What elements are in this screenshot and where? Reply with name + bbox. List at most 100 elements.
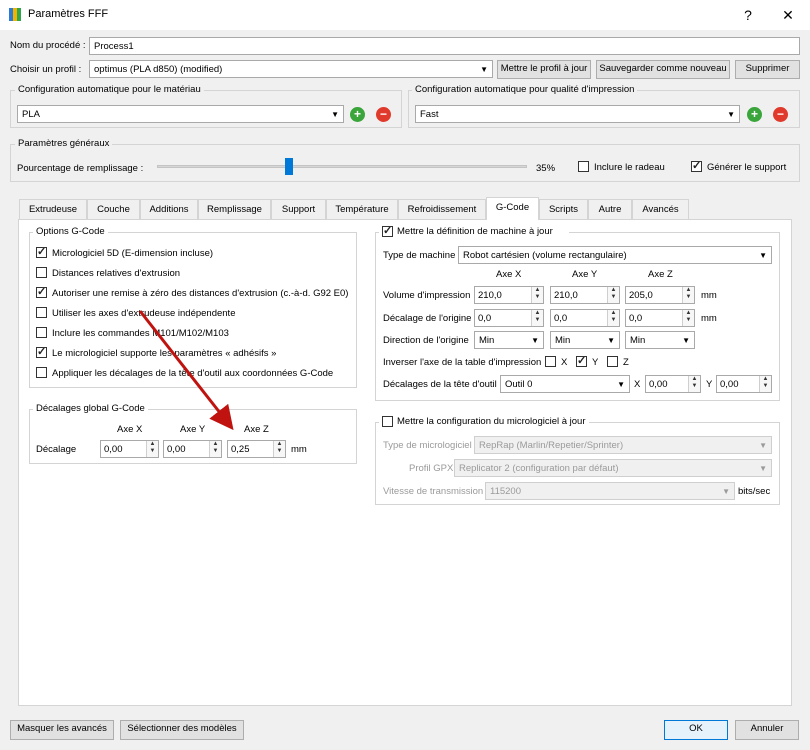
spin-arrows-icon[interactable]: ▲ ▼ [759, 376, 771, 392]
baud-rate-select[interactable]: 115200 ▼ [485, 482, 735, 500]
gcode-option-checkbox-6[interactable] [36, 367, 47, 378]
spin-arrows-icon[interactable]: ▲ ▼ [531, 287, 543, 303]
firmware-type-select[interactable]: RepRap (Marlin/Repetier/Sprinter) ▼ [474, 436, 772, 454]
baud-rate-unit: bits/sec [738, 486, 771, 497]
chevron-down-icon: ▼ [331, 110, 339, 119]
tab-scripts[interactable]: Scripts [539, 199, 588, 219]
tab-support[interactable]: Support [271, 199, 326, 219]
gcode-option-checkbox-3[interactable] [36, 307, 47, 318]
firmware-group-title: Mettre la configuration du micrologiciel… [397, 416, 586, 427]
machine-axis-z-header: Axe Z [648, 269, 673, 280]
machine-group-title: Mettre la définition de machine à jour [397, 226, 553, 237]
gcode-option-checkbox-2[interactable] [36, 285, 47, 298]
origin-offset-y-spinbox[interactable]: 0,0 ▲ ▼ [550, 309, 620, 327]
offset-y-value: 0,00 [167, 444, 186, 455]
origin-offset-unit: mm [701, 313, 717, 324]
chevron-down-icon: ▼ [722, 487, 730, 496]
help-button[interactable]: ? [730, 0, 766, 30]
chevron-down-icon: ▼ [607, 336, 615, 345]
gcode-option-checkbox-4[interactable] [36, 327, 47, 338]
offset-z-spinbox[interactable]: 0,25 ▲ ▼ [227, 440, 286, 458]
tool-select-value: Outil 0 [505, 379, 533, 390]
offset-x-spinbox[interactable]: 0,00 ▲ ▼ [100, 440, 159, 458]
tab-extrudeuse[interactable]: Extrudeuse [19, 199, 87, 219]
material-select[interactable]: PLA ▼ [17, 105, 344, 123]
tool-x-spinbox[interactable]: 0,00 ▲ ▼ [645, 375, 701, 393]
volume-y-spinbox[interactable]: 210,0 ▲ ▼ [550, 286, 620, 304]
hide-advanced-button[interactable]: Masquer les avancés [10, 720, 114, 740]
gcode-option-checkbox-0[interactable] [36, 245, 47, 258]
chevron-down-icon: ▼ [759, 251, 767, 260]
update-profile-button[interactable]: Mettre le profil à jour [497, 60, 591, 79]
origin-dir-z-select[interactable]: Min ▼ [625, 331, 695, 349]
offset-y-spinbox[interactable]: 0,00 ▲ ▼ [163, 440, 222, 458]
remove-material-button[interactable]: − [376, 107, 391, 122]
profile-label: Choisir un profil : [10, 64, 82, 75]
add-quality-button[interactable]: + [747, 107, 762, 122]
firmware-update-checkbox[interactable] [382, 416, 393, 427]
volume-x-spinbox[interactable]: 210,0 ▲ ▼ [474, 286, 544, 304]
spin-arrows-icon[interactable]: ▲ ▼ [607, 310, 619, 326]
origin-dir-x-value: Min [479, 335, 495, 346]
tool-y-spinbox[interactable]: 0,00 ▲ ▼ [716, 375, 772, 393]
material-select-value: PLA [22, 109, 40, 120]
process-name-input[interactable]: Process1 [89, 37, 800, 55]
offset-z-value: 0,25 [231, 444, 250, 455]
volume-z-spinbox[interactable]: 205,0 ▲ ▼ [625, 286, 695, 304]
ok-button[interactable]: OK [664, 720, 728, 740]
machine-update-checkbox[interactable] [382, 224, 393, 237]
spin-arrows-icon[interactable]: ▲ ▼ [273, 441, 285, 457]
origin-dir-x-select[interactable]: Min ▼ [474, 331, 544, 349]
cancel-button[interactable]: Annuler [735, 720, 799, 740]
invert-x-checkbox[interactable] [545, 356, 556, 367]
tab-couche[interactable]: Couche [87, 199, 140, 219]
spin-arrows-icon[interactable]: ▲ ▼ [682, 287, 694, 303]
spin-arrows-icon[interactable]: ▲ ▼ [607, 287, 619, 303]
spin-arrows-icon[interactable]: ▲ ▼ [146, 441, 158, 457]
title-bar [0, 0, 810, 30]
chevron-down-icon: ▼ [682, 336, 690, 345]
infill-value: 35% [536, 163, 556, 174]
gcode-option-checkbox-5[interactable] [36, 345, 47, 358]
invert-z-checkbox[interactable] [607, 356, 618, 367]
select-models-button[interactable]: Sélectionner des modèles [120, 720, 244, 740]
delete-profile-button[interactable]: Supprimer [735, 60, 800, 79]
tab-additions[interactable]: Additions [140, 199, 198, 219]
tool-select[interactable]: Outil 0 ▼ [500, 375, 630, 393]
remove-quality-button[interactable]: − [773, 107, 788, 122]
gcode-option-label-3: Utiliser les axes d'extrudeuse indépende… [52, 308, 236, 319]
spin-arrows-icon[interactable]: ▲ ▼ [688, 376, 700, 392]
spin-arrows-icon[interactable]: ▲ ▼ [209, 441, 221, 457]
save-as-new-button[interactable]: Sauvegarder comme nouveau [596, 60, 730, 79]
gpx-profile-label: Profil GPX [409, 463, 454, 474]
raft-checkbox[interactable] [578, 161, 589, 172]
close-button[interactable]: ✕ [770, 0, 806, 30]
add-material-button[interactable]: + [350, 107, 365, 122]
origin-offset-x-spinbox[interactable]: 0,0 ▲ ▼ [474, 309, 544, 327]
origin-offset-z-spinbox[interactable]: 0,0 ▲ ▼ [625, 309, 695, 327]
tab-temperature[interactable]: Température [326, 199, 398, 219]
machine-axis-y-header: Axe Y [572, 269, 598, 280]
origin-offset-z-value: 0,0 [629, 313, 643, 324]
tab-refroidissement[interactable]: Refroidissement [398, 199, 486, 219]
invert-z-label: Z [623, 357, 629, 368]
infill-slider-track[interactable] [157, 165, 527, 168]
tab-autre[interactable]: Autre [588, 199, 632, 219]
tab-remplissage[interactable]: Remplissage [198, 199, 271, 219]
gcode-option-checkbox-1[interactable] [36, 267, 47, 278]
gpx-profile-select[interactable]: Replicator 2 (configuration par défaut) … [454, 459, 772, 477]
spin-arrows-icon[interactable]: ▲ ▼ [682, 310, 694, 326]
quality-select[interactable]: Fast ▼ [415, 105, 740, 123]
profile-select[interactable]: optimus (PLA d850) (modified) ▼ [89, 60, 493, 78]
origin-dir-y-select[interactable]: Min ▼ [550, 331, 620, 349]
gcode-option-label-6: Appliquer les décalages de la tête d'out… [52, 368, 334, 379]
support-checkbox[interactable] [691, 159, 702, 172]
invert-y-checkbox[interactable] [576, 354, 587, 367]
tab-avances[interactable]: Avancés [632, 199, 689, 219]
tab-gcode[interactable]: G-Code [486, 197, 539, 220]
infill-slider-handle[interactable] [285, 158, 293, 175]
quality-group-title: Configuration automatique pour qualité d… [412, 84, 638, 95]
process-name-label: Nom du procédé : [10, 40, 86, 51]
spin-arrows-icon[interactable]: ▲ ▼ [531, 310, 543, 326]
machine-type-select[interactable]: Robot cartésien (volume rectangulaire) ▼ [458, 246, 772, 264]
